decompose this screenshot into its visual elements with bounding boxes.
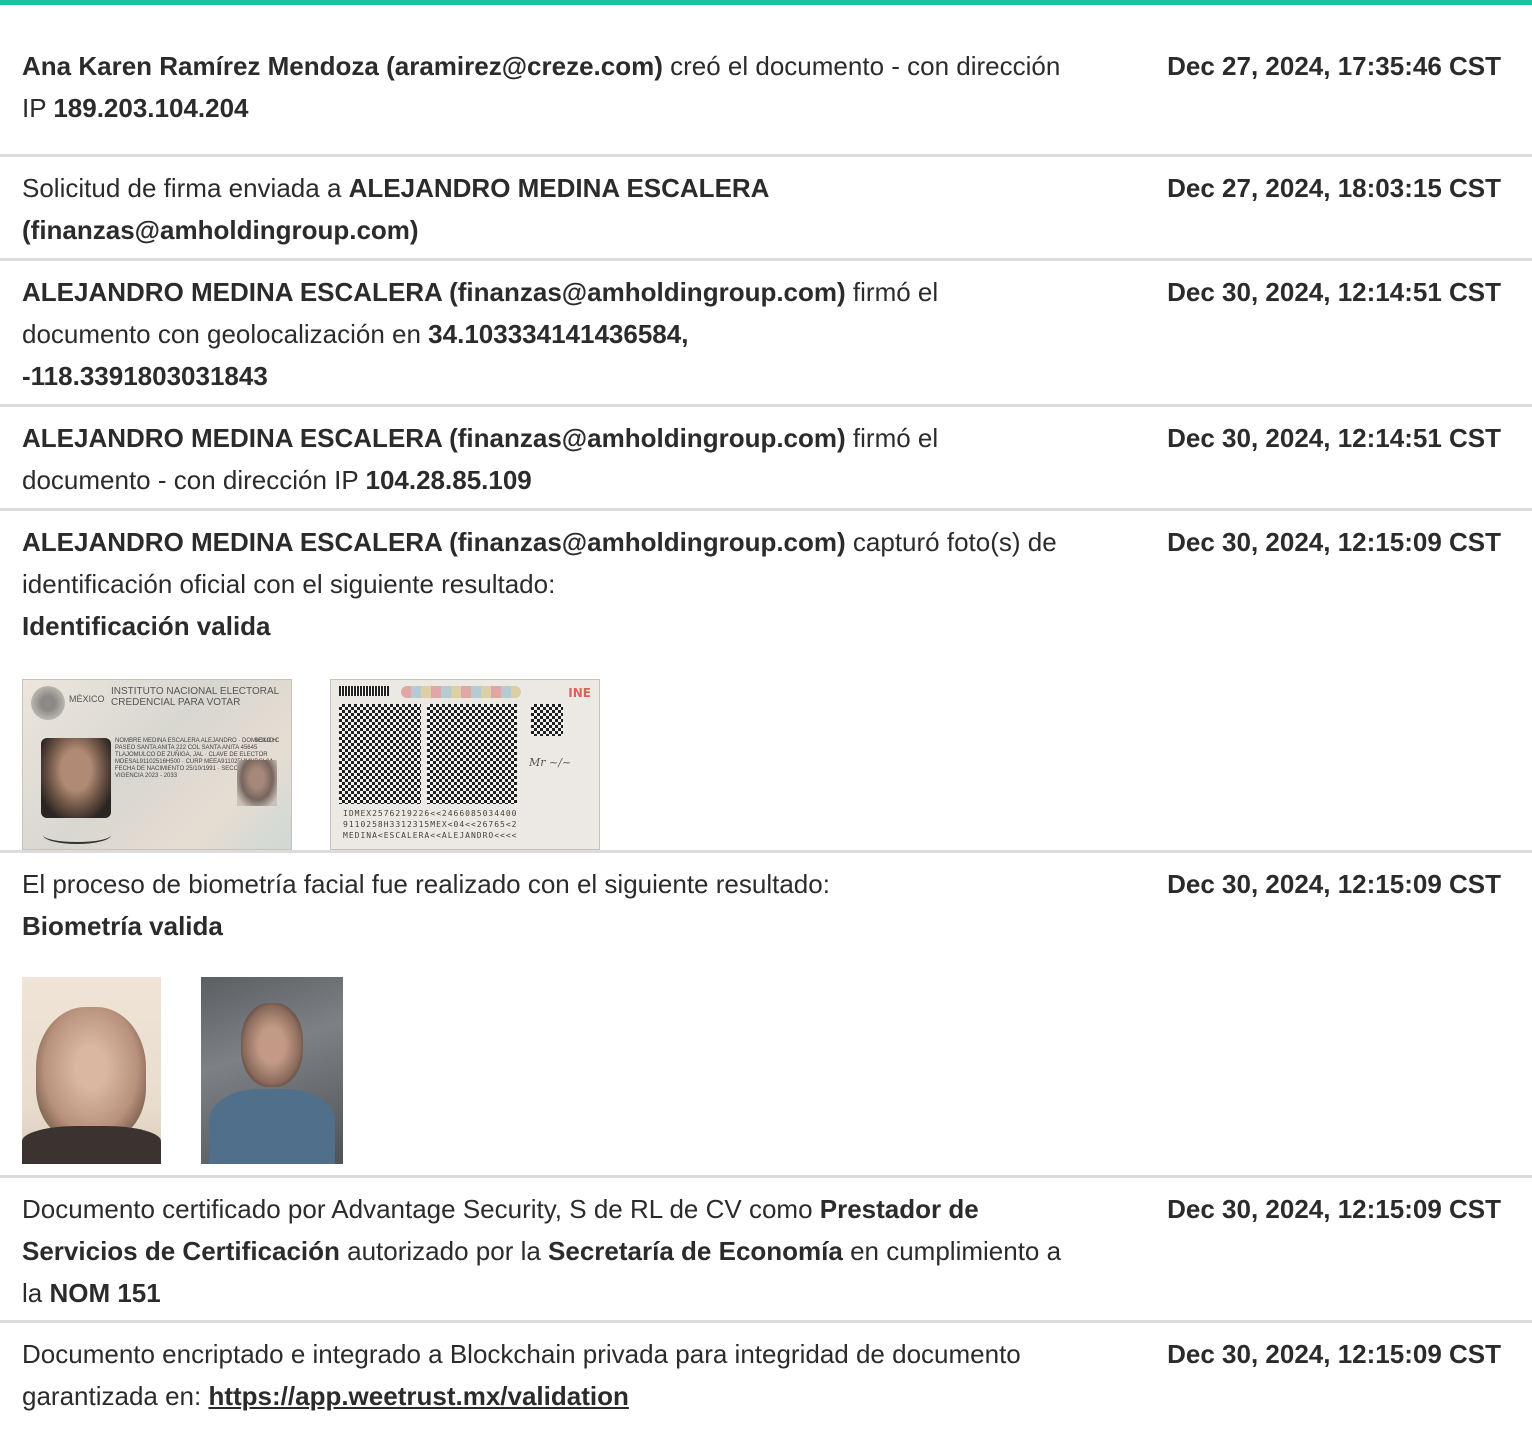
log-entry-text: ALEJANDRO MEDINA ESCALERA (finanzas@amho… bbox=[22, 271, 1072, 397]
ip-address: 189.203.104.204 bbox=[53, 93, 249, 123]
validation-link[interactable]: https://app.weetrust.mx/validation bbox=[208, 1381, 628, 1411]
log-entry-biometrics: El proceso de biometría facial fue reali… bbox=[0, 853, 1532, 1178]
log-entry-text: Ana Karen Ramírez Mendoza (aramirez@crez… bbox=[22, 45, 1072, 129]
log-entry-date: Dec 30, 2024, 12:15:09 CST bbox=[1167, 527, 1501, 557]
log-entry-text: ALEJANDRO MEDINA ESCALERA (finanzas@amho… bbox=[22, 417, 1072, 501]
qr-code-icon bbox=[531, 704, 563, 736]
prefix-text: Solicitud de firma enviada a bbox=[22, 173, 349, 203]
qr-code-icon bbox=[427, 704, 517, 804]
id-signature bbox=[43, 826, 111, 844]
certified-text: autorizado por la bbox=[339, 1236, 549, 1266]
audit-log: Ana Karen Ramírez Mendoza (aramirez@crez… bbox=[0, 5, 1532, 1433]
mrz-line: IDMEX2576219226<<2466085034400 bbox=[343, 809, 518, 818]
log-entry-text: ALEJANDRO MEDINA ESCALERA (finanzas@amho… bbox=[22, 521, 1072, 647]
qr-code-icon bbox=[339, 704, 421, 804]
log-entry-signed-geo: ALEJANDRO MEDINA ESCALERA (finanzas@amho… bbox=[0, 261, 1532, 407]
actor-name: ALEJANDRO MEDINA ESCALERA bbox=[22, 527, 442, 557]
mrz-line: MEDINA<ESCALERA<<ALEJANDRO<<<< bbox=[343, 831, 518, 840]
id-card-back-image[interactable]: INE Mr ~/~ IDMEX2576219226<<246608503440… bbox=[330, 679, 600, 850]
biometrics-text: El proceso de biometría facial fue reali… bbox=[22, 869, 830, 899]
actor-email: (finanzas@amholdingroup.com) bbox=[441, 277, 846, 307]
log-entry-text: El proceso de biometría facial fue reali… bbox=[22, 863, 1072, 947]
mrz-line: 9110258H3312315MEX<04<<26765<2 bbox=[343, 820, 518, 829]
decorative-strip bbox=[401, 686, 521, 698]
biometric-photos bbox=[22, 977, 1532, 1164]
actor-email: (finanzas@amholdingroup.com) bbox=[441, 527, 846, 557]
log-entry-date: Dec 30, 2024, 12:15:09 CST bbox=[1167, 1339, 1501, 1369]
face-shape bbox=[241, 1003, 303, 1087]
id-photos: MÉXICO INSTITUTO NACIONAL ELECTORAL CRED… bbox=[22, 679, 1532, 850]
id-institute-line2: CREDENCIAL PARA VOTAR bbox=[111, 697, 241, 708]
log-entry-signature-request: Solicitud de firma enviada a ALEJANDRO M… bbox=[0, 157, 1532, 261]
mrz-block: IDMEX2576219226<<2466085034400 9110258H3… bbox=[343, 808, 518, 841]
id-ghost-photo bbox=[237, 760, 277, 806]
log-entry-date: Dec 30, 2024, 12:15:09 CST bbox=[1167, 869, 1501, 899]
log-entry-date: Dec 30, 2024, 12:15:09 CST bbox=[1167, 1194, 1501, 1224]
log-entry-text: Solicitud de firma enviada a ALEJANDRO M… bbox=[22, 167, 1072, 251]
log-entry-signed-ip: ALEJANDRO MEDINA ESCALERA (finanzas@amho… bbox=[0, 407, 1532, 511]
log-entry-id-capture: ALEJANDRO MEDINA ESCALERA (finanzas@amho… bbox=[0, 511, 1532, 853]
log-entry-text: Documento certificado por Advantage Secu… bbox=[22, 1188, 1072, 1314]
id-country: MÉXICO bbox=[69, 694, 105, 704]
log-entry-date: Dec 27, 2024, 18:03:15 CST bbox=[1167, 173, 1501, 203]
log-entry-date: Dec 30, 2024, 12:14:51 CST bbox=[1167, 277, 1501, 307]
certified-text: Documento certificado por Advantage Secu… bbox=[22, 1194, 820, 1224]
log-entry-date: Dec 27, 2024, 17:35:46 CST bbox=[1167, 51, 1501, 81]
id-face-photo[interactable] bbox=[22, 977, 161, 1164]
id-result: Identificación valida bbox=[22, 611, 271, 641]
geo-latitude: 34.103334141436584, bbox=[428, 319, 689, 349]
actor-name: ALEJANDRO MEDINA ESCALERA bbox=[22, 277, 442, 307]
shoulders-shape bbox=[22, 1126, 161, 1164]
log-entry-text: Documento encriptado e integrado a Block… bbox=[22, 1333, 1072, 1417]
log-entry-created: Ana Karen Ramírez Mendoza (aramirez@crez… bbox=[0, 5, 1532, 157]
ip-address: 104.28.85.109 bbox=[365, 465, 532, 495]
selfie-photo[interactable] bbox=[201, 977, 343, 1164]
face-shape bbox=[36, 1007, 146, 1142]
actor-email: (finanzas@amholdingroup.com) bbox=[22, 215, 419, 245]
ine-logo: INE bbox=[568, 686, 591, 700]
actor-email: (finanzas@amholdingroup.com) bbox=[441, 423, 846, 453]
log-entry-date: Dec 30, 2024, 12:14:51 CST bbox=[1167, 423, 1501, 453]
id-card-front-image[interactable]: MÉXICO INSTITUTO NACIONAL ELECTORAL CRED… bbox=[22, 679, 292, 850]
biometrics-result: Biometría valida bbox=[22, 911, 223, 941]
norm: NOM 151 bbox=[49, 1278, 161, 1308]
body-shape bbox=[209, 1089, 335, 1164]
id-back-signature: Mr ~/~ bbox=[529, 756, 572, 769]
barcode-icon bbox=[339, 686, 389, 696]
authority: Secretaría de Economía bbox=[548, 1236, 843, 1266]
log-entry-certified: Documento certificado por Advantage Secu… bbox=[0, 1178, 1532, 1323]
actor: Ana Karen Ramírez Mendoza (aramirez@crez… bbox=[22, 51, 663, 81]
actor-name: ALEJANDRO MEDINA ESCALERA bbox=[348, 173, 770, 203]
actor-name: ALEJANDRO MEDINA ESCALERA bbox=[22, 423, 442, 453]
id-portrait-photo bbox=[41, 738, 111, 818]
id-institute-line1: INSTITUTO NACIONAL ELECTORAL bbox=[111, 686, 280, 697]
id-institute: INSTITUTO NACIONAL ELECTORAL CREDENCIAL … bbox=[111, 686, 279, 708]
id-sex: SEXO H bbox=[254, 738, 277, 744]
mexico-seal-icon bbox=[31, 686, 65, 720]
geo-longitude: -118.3391803031843 bbox=[22, 361, 268, 391]
log-entry-blockchain: Documento encriptado e integrado a Block… bbox=[0, 1323, 1532, 1433]
